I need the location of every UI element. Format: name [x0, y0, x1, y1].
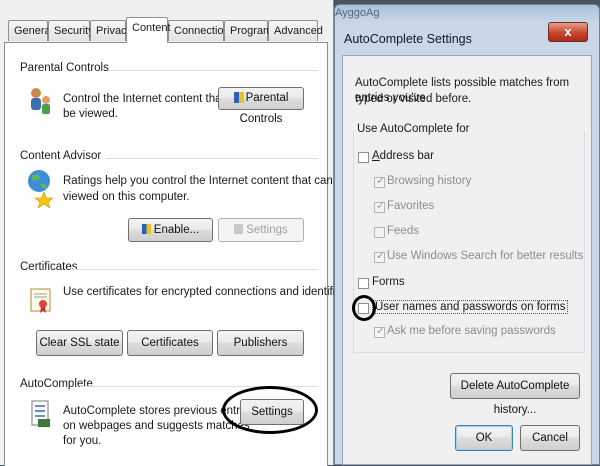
windows-search-label: Use Windows Search for better results [387, 250, 584, 262]
dialog-intro-line2: typed or visited before. [355, 93, 472, 105]
group-border-left [353, 131, 354, 353]
group-divider [108, 70, 318, 71]
feeds-label: Feeds [387, 225, 419, 237]
forms-checkbox[interactable] [358, 278, 369, 289]
advisor-settings-button[interactable]: Settings [218, 218, 304, 242]
shield-icon [234, 224, 244, 234]
group-divider [72, 269, 318, 270]
group-divider [106, 158, 318, 159]
enable-button[interactable]: Enable... [128, 218, 213, 242]
tab-programs[interactable]: Programs [224, 20, 278, 41]
background-window-text: AyggoAg [335, 7, 380, 19]
browsing-history-label: Browsing history [387, 175, 472, 187]
tab-content[interactable]: Content [126, 17, 171, 43]
tab-connections[interactable]: Connections [168, 20, 235, 41]
certificates-desc: Use certificates for encrypted connectio… [63, 286, 370, 298]
autocomplete-desc-line2: on webpages and suggests matches [63, 420, 250, 432]
use-autocomplete-for-title: Use AutoComplete for [357, 123, 470, 135]
user-names-passwords-label: User names and passwords on forms [372, 300, 569, 314]
tab-security[interactable]: Security [48, 20, 94, 41]
clear-ssl-state-button[interactable]: Clear SSL state [36, 330, 123, 356]
windows-search-checkbox[interactable]: ✓ [374, 250, 385, 263]
delete-autocomplete-history-button[interactable]: Delete AutoComplete history... [450, 373, 580, 416]
cancel-button[interactable]: Cancel [520, 425, 580, 451]
tab-advanced[interactable]: Advanced [268, 20, 323, 41]
parental-controls-icon [28, 86, 54, 119]
globe-star-icon [26, 168, 56, 211]
favorites-label: Favorites [387, 200, 435, 212]
publishers-button[interactable]: Publishers [217, 330, 304, 356]
parental-controls-title: Parental Controls [20, 62, 109, 74]
checkbox-highlight-circle [352, 295, 376, 321]
enable-button-label: Enable... [153, 224, 200, 236]
certificates-title: Certificates [20, 261, 78, 273]
shield-icon [141, 224, 151, 234]
parental-controls-button-label: Parental Controls [239, 92, 289, 125]
group-border-bottom [353, 352, 585, 353]
advisor-desc-line2: viewed on this computer. [63, 191, 190, 203]
highlight-circle [222, 386, 318, 434]
address-bar-label: Address bar [372, 150, 435, 162]
autocomplete-desc-line3: for you. [63, 435, 102, 447]
advisor-desc-line1: Ratings help you control the Internet co… [63, 175, 349, 187]
tab-general[interactable]: General [8, 20, 53, 41]
browsing-history-checkbox[interactable]: ✓ [374, 175, 385, 188]
autocomplete-title: AutoComplete [20, 378, 93, 390]
address-bar-checkbox[interactable] [358, 152, 369, 163]
autocomplete-icon [30, 400, 52, 431]
dialog-title: AutoComplete Settings [344, 32, 472, 46]
favorites-checkbox[interactable]: ✓ [374, 200, 385, 213]
tab-privacy[interactable]: Privacy [90, 20, 132, 41]
ask-before-saving-checkbox[interactable]: ✓ [374, 325, 385, 338]
parental-desc-line2: be viewed. [63, 108, 118, 120]
close-button[interactable]: x [548, 22, 588, 42]
content-advisor-title: Content Advisor [20, 150, 102, 162]
forms-label: Forms [372, 276, 405, 288]
ok-button[interactable]: OK [455, 425, 513, 451]
shield-icon [233, 92, 244, 103]
certificates-button[interactable]: Certificates [127, 330, 213, 356]
feeds-checkbox[interactable] [374, 227, 385, 238]
group-border-right [584, 131, 585, 353]
close-icon: x [564, 24, 572, 39]
parental-controls-button[interactable]: Parental Controls [218, 87, 304, 125]
ask-before-saving-label: Ask me before saving passwords [387, 325, 556, 337]
certificate-icon [30, 288, 52, 317]
advisor-settings-button-label: Settings [246, 224, 288, 236]
